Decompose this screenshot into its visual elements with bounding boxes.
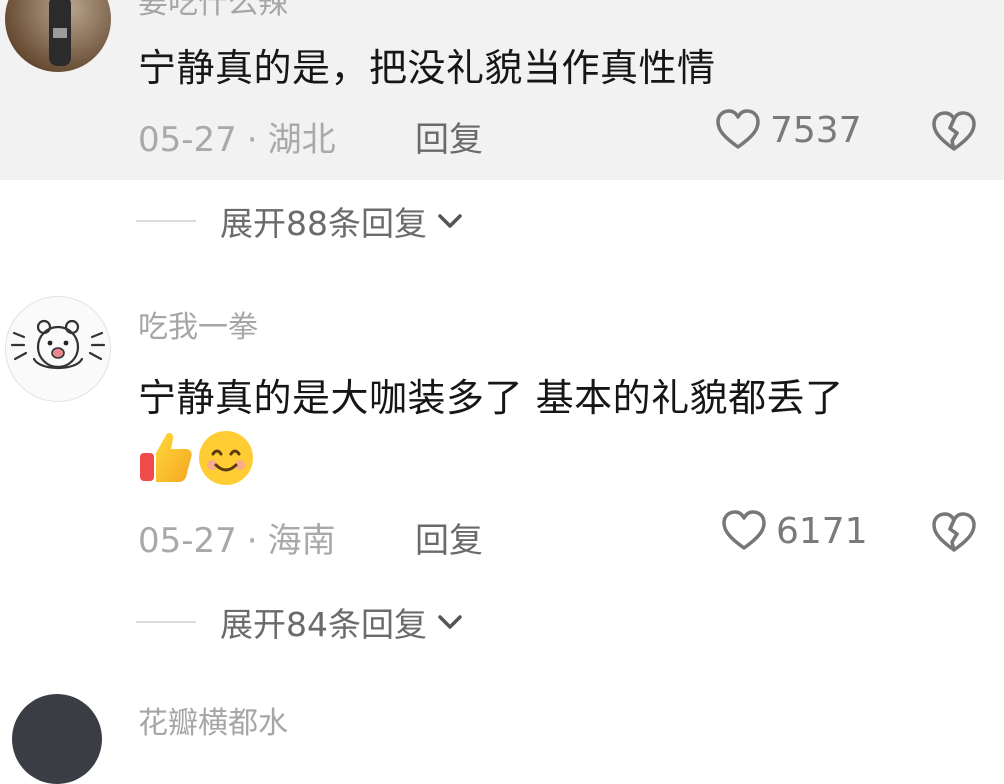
- chevron-down-icon: [438, 214, 462, 228]
- reply-button[interactable]: 回复: [415, 513, 483, 562]
- emoji-row: [136, 427, 256, 487]
- broken-heart-icon: [932, 111, 976, 151]
- username[interactable]: 要吃什么辣: [138, 0, 288, 22]
- comment-date: 05-27: [138, 120, 237, 160]
- broken-heart-icon: [932, 512, 976, 552]
- like-count: 7537: [770, 109, 862, 151]
- avatar[interactable]: [5, 296, 111, 402]
- username[interactable]: 花瓣横都水: [138, 698, 288, 742]
- comment-meta: 05-27 · 海南: [138, 513, 336, 562]
- smiling-face-emoji-icon: [199, 431, 253, 485]
- avatar[interactable]: [5, 0, 111, 72]
- comment-meta: 05-27 · 湖北: [138, 112, 336, 161]
- dislike-button[interactable]: [930, 108, 978, 156]
- comment-text: 宁静真的是，把没礼貌当作真性情: [138, 46, 716, 90]
- separator: ·: [246, 521, 258, 561]
- comment-item: 花瓣横都水: [0, 690, 1004, 784]
- like-button[interactable]: 6171: [720, 507, 868, 555]
- chevron-down-icon: [438, 615, 462, 629]
- comment-location: 湖北: [267, 120, 336, 160]
- like-count: 6171: [776, 510, 868, 552]
- expand-replies-label: 展开88条回复: [220, 204, 427, 243]
- expand-replies-label: 展开84条回复: [220, 605, 427, 644]
- comment-item: 吃我一拳 宁静真的是大咖装多了 基本的礼貌都丢了 05-27 · 海南 回复 6…: [0, 255, 1004, 595]
- comment-item: 要吃什么辣 宁静真的是，把没礼貌当作真性情 05-27 · 湖北 回复 7537: [0, 0, 1004, 180]
- comment-date: 05-27: [138, 521, 237, 561]
- divider: [136, 621, 196, 623]
- expand-replies-button[interactable]: 展开84条回复: [136, 598, 465, 646]
- heart-icon: [722, 510, 766, 550]
- reply-button[interactable]: 回复: [415, 112, 483, 161]
- like-button[interactable]: 7537: [714, 106, 862, 154]
- separator: ·: [246, 120, 258, 160]
- heart-icon: [716, 109, 760, 149]
- divider: [136, 220, 196, 222]
- comment-location: 海南: [267, 521, 336, 561]
- thumbs-up-emoji-icon: [140, 432, 192, 482]
- username[interactable]: 吃我一拳: [138, 302, 258, 346]
- expand-replies-button[interactable]: 展开88条回复: [136, 197, 465, 245]
- comment-text: 宁静真的是大咖装多了 基本的礼貌都丢了: [138, 376, 844, 420]
- dislike-button[interactable]: [930, 509, 978, 557]
